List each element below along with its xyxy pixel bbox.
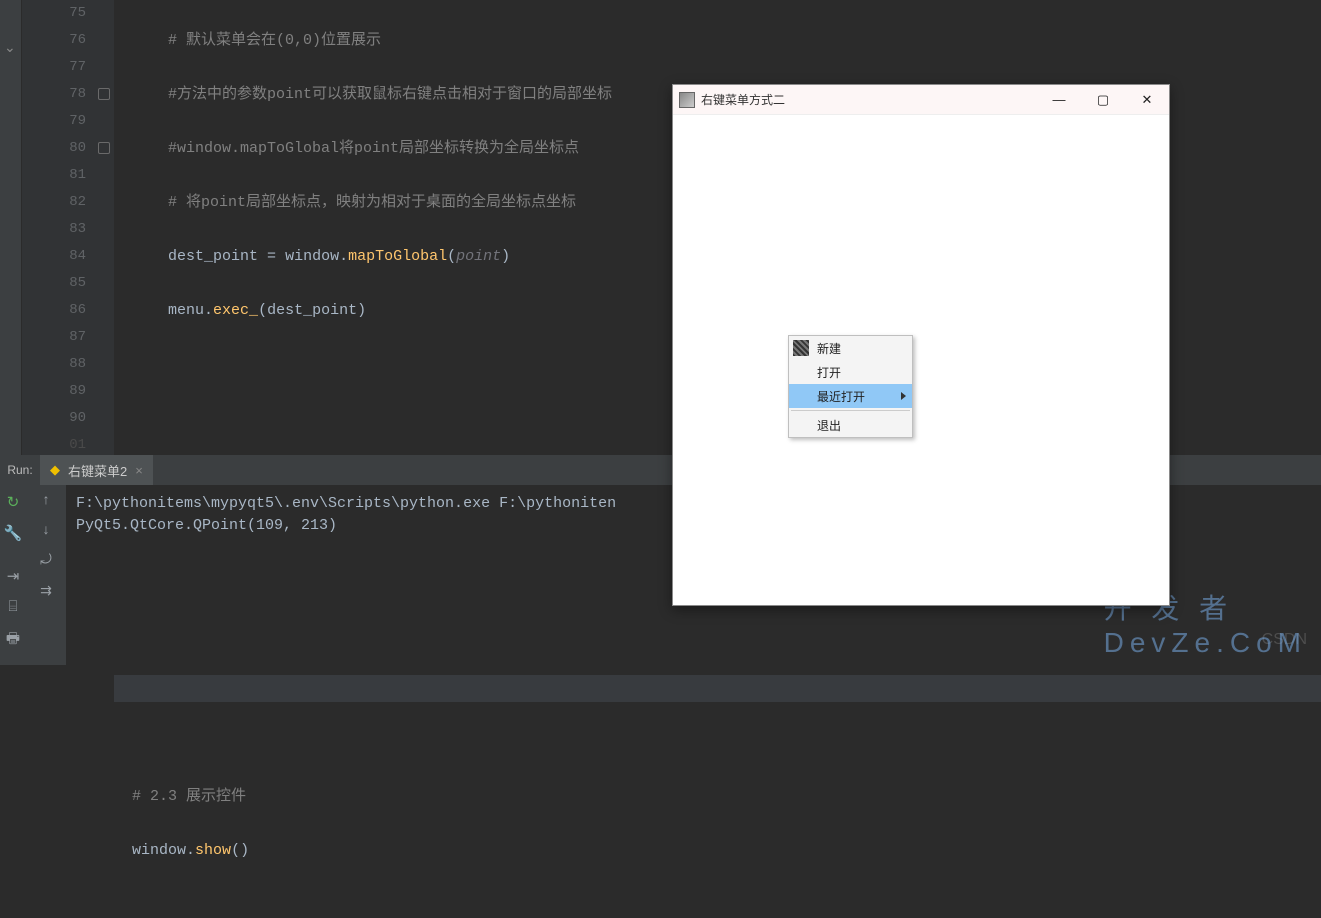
titlebar[interactable]: 右键菜单方式二 — ▢ ✕ bbox=[673, 85, 1169, 115]
line-gutter: 75 76 77 78 79 80 81 82 83 84 85 86 87 8… bbox=[22, 0, 114, 455]
rerun-icon[interactable]: ↻ bbox=[7, 493, 20, 512]
run-controls: ↻ 🔧 ⇥ ⌸ 🖶 bbox=[0, 485, 26, 665]
code-comment: # 2.3 展示控件 bbox=[132, 788, 246, 805]
close-button[interactable]: ✕ bbox=[1125, 85, 1169, 114]
wrap-icon[interactable]: ⤾ bbox=[40, 553, 52, 569]
menu-item-open[interactable]: 打开 bbox=[789, 360, 912, 384]
context-menu[interactable]: 新建 打开 最近打开 退出 bbox=[788, 335, 913, 438]
maximize-button[interactable]: ▢ bbox=[1081, 85, 1125, 114]
exit-icon[interactable]: ⇥ bbox=[7, 567, 20, 586]
code-comment: # 默认菜单会在(0,0)位置展示 bbox=[168, 32, 381, 49]
soft-wrap-icon[interactable]: ⇉ bbox=[40, 583, 52, 600]
fold-icon[interactable] bbox=[98, 142, 110, 154]
layout-icon[interactable]: ⌸ bbox=[8, 598, 17, 616]
run-label: Run: bbox=[0, 455, 40, 485]
menu-item-exit[interactable]: 退出 bbox=[789, 413, 912, 437]
code-comment: #window.mapToGlobal将point局部坐标转换为全局坐标点 bbox=[168, 140, 579, 157]
close-icon[interactable]: × bbox=[135, 463, 143, 478]
down-icon[interactable]: ↓ bbox=[42, 523, 50, 539]
settings-icon[interactable]: 🔧 bbox=[4, 524, 23, 543]
code-comment: #方法中的参数point可以获取鼠标右键点击相对于窗口的局部坐标 bbox=[168, 86, 612, 103]
run-tab[interactable]: ◆ 右键菜单2 × bbox=[40, 455, 153, 485]
fold-icon[interactable] bbox=[98, 88, 110, 100]
code-comment: # 将point局部坐标点，映射为相对于桌面的全局坐标点坐标 bbox=[168, 194, 576, 211]
run-controls-col2: ↑ ↓ ⤾ ⇉ bbox=[26, 485, 66, 665]
new-icon bbox=[793, 340, 809, 356]
python-icon: ◆ bbox=[50, 462, 60, 478]
up-icon[interactable]: ↑ bbox=[42, 493, 50, 509]
app-icon bbox=[679, 92, 695, 108]
menu-separator bbox=[791, 410, 910, 411]
print-icon[interactable]: 🖶 bbox=[6, 628, 20, 653]
window-title: 右键菜单方式二 bbox=[701, 91, 1037, 108]
menu-item-new[interactable]: 新建 bbox=[789, 336, 912, 360]
project-tool-strip[interactable]: ⌄ bbox=[0, 0, 22, 455]
qt-app-window[interactable]: 右键菜单方式二 — ▢ ✕ 新建 打开 最近打开 退出 bbox=[672, 84, 1170, 606]
minimize-button[interactable]: — bbox=[1037, 85, 1081, 114]
run-tab-label: 右键菜单2 bbox=[68, 461, 127, 480]
menu-item-recent[interactable]: 最近打开 bbox=[789, 384, 912, 408]
submenu-arrow-icon bbox=[901, 392, 906, 400]
